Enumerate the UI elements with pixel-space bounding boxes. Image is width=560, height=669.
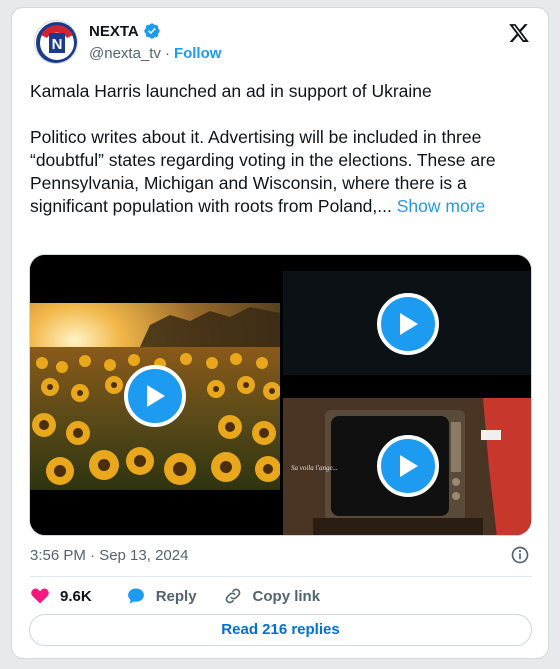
info-icon[interactable] (510, 545, 530, 565)
heart-icon (31, 588, 49, 604)
show-more-link[interactable]: Show more (397, 196, 486, 216)
play-icon (147, 385, 165, 407)
tweet-text-block: Kamala Harris launched an ad in support … (30, 80, 530, 218)
separator-dot: · (164, 45, 170, 62)
tv-caption: Sa voila l'ange... (291, 464, 338, 472)
reply-bubble-icon (127, 588, 144, 604)
x-logo-icon[interactable] (508, 22, 530, 44)
like-button[interactable]: 9.6K (30, 586, 92, 606)
play-icon (400, 455, 418, 477)
read-replies-button[interactable]: Read 216 replies (29, 614, 532, 646)
author-name[interactable]: NEXTA (89, 23, 139, 40)
copy-link-label: Copy link (252, 587, 321, 605)
play-button[interactable] (124, 365, 186, 427)
play-icon (400, 313, 418, 335)
reply-button[interactable]: Reply (126, 586, 197, 606)
play-button[interactable] (377, 293, 439, 355)
play-button[interactable] (377, 435, 439, 497)
video-thumbnail-tv[interactable]: Sa voila l'ange... (283, 398, 531, 535)
tweet-card: N NEXTA @nexta_tv · Follow Kamala Harris… (11, 7, 549, 659)
tweet-timestamp[interactable]: 3:56 PM · Sep 13, 2024 (30, 547, 188, 564)
author-handle[interactable]: @nexta_tv (89, 45, 161, 62)
reply-label: Reply (155, 587, 197, 605)
divider (30, 576, 532, 577)
copy-link-button[interactable]: Copy link (223, 586, 321, 606)
action-bar: 9.6K Reply Copy link (30, 586, 320, 606)
author-avatar[interactable]: N (34, 20, 78, 64)
video-thumbnail-dark[interactable] (283, 255, 531, 395)
like-count: 9.6K (60, 587, 92, 605)
follow-button[interactable]: Follow (174, 45, 222, 62)
link-icon (225, 588, 240, 604)
author-handle-row: @nexta_tv · Follow (89, 45, 221, 62)
avatar-letter: N (52, 36, 63, 53)
author-name-row: NEXTA (89, 22, 161, 40)
verified-badge-icon (144, 23, 160, 39)
video-thumbnail-sunflowers[interactable] (30, 255, 281, 535)
nexta-logo-icon: N (36, 22, 77, 63)
media-grid: Sa voila l'ange... (29, 254, 532, 536)
